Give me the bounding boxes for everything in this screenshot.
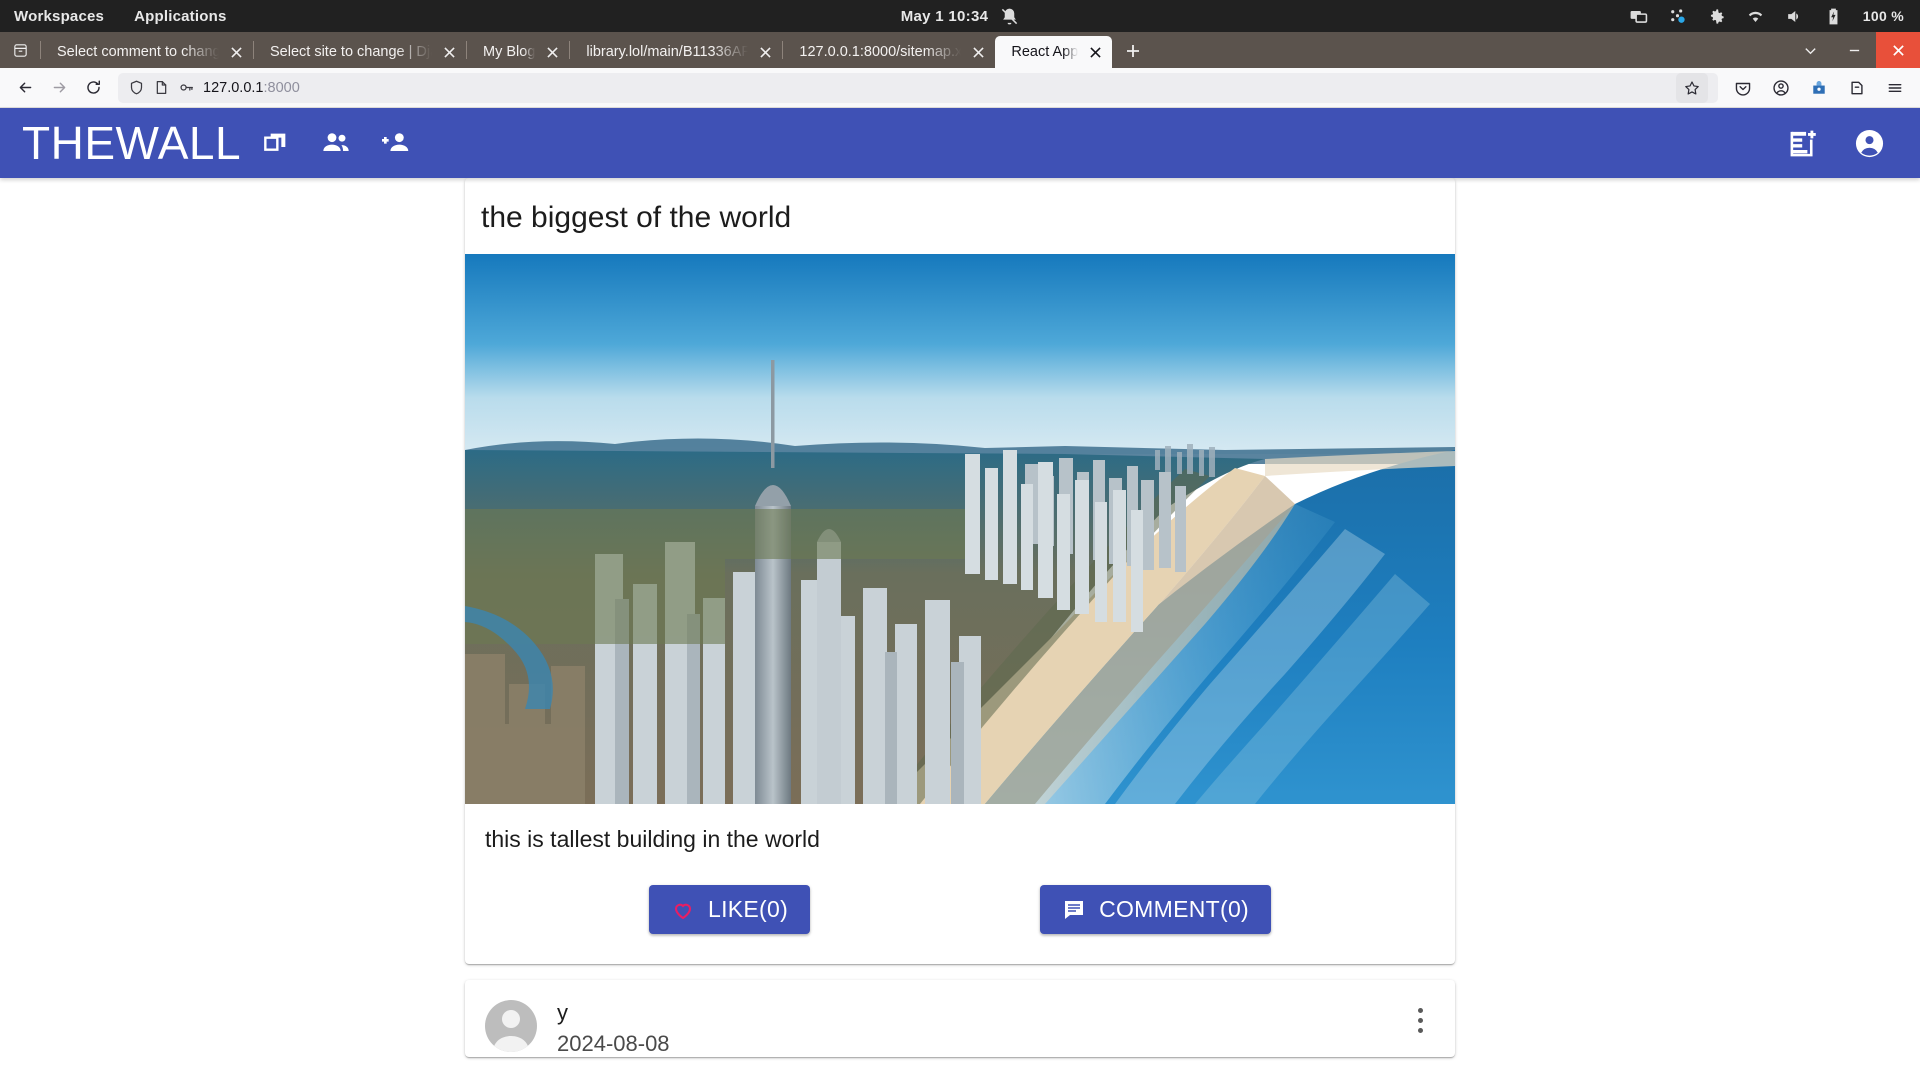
back-arrow-icon[interactable] (8, 72, 42, 104)
comment-date: 2024-08-08 (557, 1031, 670, 1057)
bell-muted-icon[interactable] (1000, 7, 1019, 26)
account-icon[interactable] (1764, 72, 1798, 104)
comment-username: y (557, 1000, 568, 1025)
list-all-tabs-button[interactable] (1788, 32, 1832, 68)
applications-menu[interactable]: Applications (134, 8, 226, 25)
reload-icon[interactable] (76, 72, 110, 104)
new-post-icon[interactable] (1786, 126, 1820, 160)
firefox-view-button[interactable] (0, 32, 40, 68)
tab-select-comment-to-change[interactable]: Select comment to change | Django site a… (41, 36, 253, 68)
tab-close-icon[interactable] (967, 41, 989, 63)
display-switch-icon[interactable] (1629, 7, 1648, 26)
tab-close-icon[interactable] (225, 41, 247, 63)
post-card: the biggest of the world this is tallest… (465, 178, 1455, 964)
comment-card: y 2024-08-08 (465, 980, 1455, 1058)
browser-toolbar-right (1726, 72, 1912, 104)
tab-label: React App (1011, 44, 1079, 60)
tab-close-icon[interactable] (541, 41, 563, 63)
post-action-bar: LIKE(0) COMMENT(0) (465, 863, 1455, 964)
post-image[interactable] (465, 254, 1455, 804)
tab-label: My Blog (483, 44, 536, 60)
workspaces-menu[interactable]: Workspaces (14, 8, 104, 25)
tab-my-blog[interactable]: My Blog (467, 36, 569, 68)
tab-library-lol[interactable]: library.lol/main/B11336AF58D53 (570, 36, 782, 68)
post-title: the biggest of the world (481, 201, 792, 234)
like-button[interactable]: LIKE(0) (648, 885, 811, 934)
page-content: the biggest of the world this is tallest… (0, 178, 1920, 1080)
tab-label: Select comment to change | Django site a… (57, 44, 219, 60)
app-header-right-icons (1786, 126, 1898, 160)
comment-button[interactable]: COMMENT(0) (1040, 885, 1271, 934)
forward-arrow-icon[interactable] (42, 72, 76, 104)
close-window-button[interactable] (1876, 32, 1920, 68)
app-header: THEWALL (0, 108, 1920, 178)
app-brand-title[interactable]: THEWALL (22, 120, 241, 166)
tab-close-icon[interactable] (438, 41, 460, 63)
url-bar[interactable]: 127.0.0.1:8000 (118, 72, 1718, 103)
browser-nav-bar: 127.0.0.1:8000 (0, 68, 1920, 108)
post-caption: this is tallest building in the world (485, 826, 820, 852)
url-text: 127.0.0.1:8000 (203, 80, 1667, 96)
bluetooth-activity-icon[interactable] (1668, 7, 1687, 26)
tab-close-icon[interactable] (1084, 41, 1106, 63)
comment-icon (1065, 900, 1084, 919)
tab-sitemap-xml[interactable]: 127.0.0.1:8000/sitemap.xml (783, 36, 995, 68)
clock: May 1 10:34 (900, 7, 989, 25)
person-avatar-icon (493, 1010, 529, 1052)
comment-button-label: COMMENT(0) (1099, 896, 1249, 922)
settings-gear-icon[interactable] (1707, 7, 1726, 26)
more-vertical-icon[interactable] (1405, 1000, 1435, 1033)
post-feed: the biggest of the world this is tallest… (465, 178, 1455, 1080)
shield-icon[interactable] (128, 80, 144, 96)
pocket-save-icon[interactable] (1726, 72, 1760, 104)
url-host: 127.0.0.1 (203, 79, 264, 96)
posts-copy-icon[interactable] (259, 126, 293, 160)
page-icon[interactable] (153, 80, 169, 96)
wifi-icon[interactable] (1746, 7, 1765, 26)
hamburger-menu-icon[interactable] (1878, 72, 1912, 104)
tab-react-app[interactable]: React App (995, 36, 1113, 68)
sidebar-toggle-icon[interactable] (1840, 72, 1874, 104)
tab-label: library.lol/main/B11336AF58D53 (586, 44, 749, 60)
volume-icon[interactable] (1785, 7, 1804, 26)
app-header-nav-icons (259, 126, 413, 160)
add-person-icon[interactable] (379, 126, 413, 160)
window-controls (1788, 32, 1920, 68)
minimize-window-button[interactable] (1832, 32, 1876, 68)
system-tray: 100 % (1629, 7, 1920, 26)
extension-icon[interactable] (1802, 72, 1836, 104)
heart-outline-icon (674, 903, 692, 919)
battery-icon[interactable] (1824, 7, 1843, 26)
tab-label: 127.0.0.1:8000/sitemap.xml (799, 44, 962, 60)
tab-label: Select site to change | Django site admi… (270, 44, 432, 60)
os-top-bar: Workspaces Applications May 1 10:34 100 … (0, 0, 1920, 32)
battery-percent-label: 100 % (1862, 8, 1904, 24)
new-tab-button[interactable] (1118, 36, 1148, 66)
bookmark-star-icon[interactable] (1676, 72, 1708, 103)
people-icon[interactable] (319, 126, 353, 160)
browser-tab-strip: Select comment to change | Django site a… (0, 32, 1920, 68)
account-circle-icon[interactable] (1852, 126, 1886, 160)
tab-close-icon[interactable] (754, 41, 776, 63)
like-button-label: LIKE(0) (707, 896, 789, 922)
url-port: :8000 (263, 79, 300, 96)
tab-list: Select comment to change | Django site a… (41, 32, 1788, 68)
tab-select-site-to-change[interactable]: Select site to change | Django site admi… (254, 36, 466, 68)
avatar (485, 1000, 537, 1052)
key-icon[interactable] (178, 80, 194, 96)
